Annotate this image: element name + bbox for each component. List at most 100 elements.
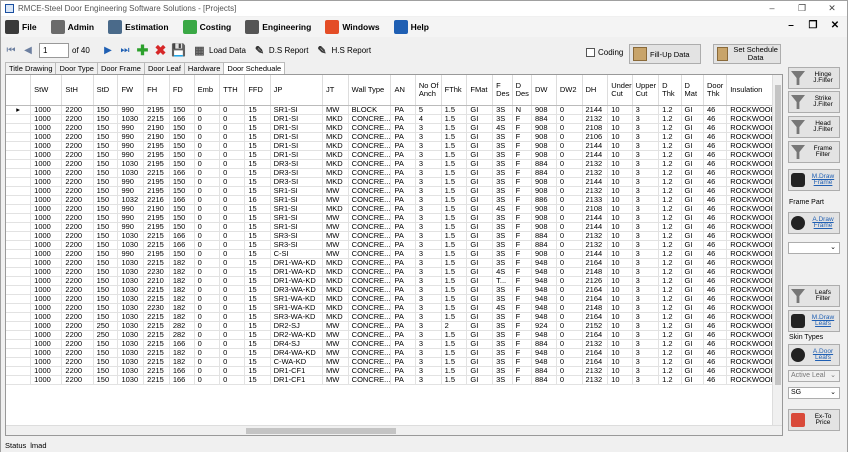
grid-cell[interactable]: 46 [703, 366, 728, 376]
grid-cell[interactable]: 1030 [117, 285, 145, 295]
grid-vertical-scrollbar[interactable] [772, 75, 782, 425]
vertical-scroll-thumb[interactable] [775, 85, 781, 385]
grid-cell[interactable]: 3 [632, 276, 660, 286]
grid-cell[interactable]: MKD [322, 312, 349, 322]
grid-cell[interactable]: GI [466, 312, 494, 322]
grid-cell[interactable]: 1.5 [441, 330, 468, 340]
grid-cell[interactable]: 2230 [143, 267, 170, 277]
grid-cell[interactable]: 2148 [582, 267, 609, 277]
leafs-filter-button[interactable]: Leafs Filter [788, 285, 840, 307]
grid-cell[interactable]: 0 [556, 231, 583, 241]
grid-cell[interactable]: 0 [219, 114, 246, 124]
grid-cell[interactable]: 1.2 [658, 375, 682, 385]
grid-cell[interactable]: 0 [194, 132, 221, 142]
grid-cell[interactable]: 0 [194, 213, 221, 223]
grid-cell[interactable]: PA [390, 312, 416, 322]
column-header[interactable]: StW [30, 75, 63, 106]
grid-cell[interactable]: MW [322, 321, 349, 331]
grid-cell[interactable]: 0 [556, 348, 583, 358]
grid-cell[interactable]: 10 [607, 312, 633, 322]
grid-cell[interactable]: 10 [607, 357, 633, 367]
grid-cell[interactable]: 948 [531, 258, 557, 268]
grid-cell[interactable]: GI [466, 285, 494, 295]
grid-cell[interactable]: GI [466, 258, 494, 268]
grid-cell[interactable]: GI [466, 357, 494, 367]
grid-cell[interactable]: 1000 [30, 330, 63, 340]
grid-cell[interactable]: 3S [492, 348, 513, 358]
grid-cell[interactable]: F [512, 231, 533, 241]
grid-cell[interactable]: PA [390, 231, 416, 241]
grid-cell[interactable]: 3 [632, 330, 660, 340]
grid-cell[interactable]: 150 [169, 213, 195, 223]
grid-cell[interactable]: 1000 [30, 141, 63, 151]
row-selector[interactable] [6, 123, 32, 133]
grid-cell[interactable]: 3 [415, 366, 442, 376]
grid-cell[interactable]: 1000 [30, 213, 63, 223]
grid-cell[interactable]: 166 [169, 366, 195, 376]
row-selector[interactable] [6, 195, 32, 205]
grid-cell[interactable]: 990 [117, 177, 145, 187]
grid-cell[interactable]: 1030 [117, 159, 145, 169]
grid-cell[interactable]: 10 [607, 249, 633, 259]
grid-cell[interactable]: 46 [703, 294, 728, 304]
grid-cell[interactable]: 150 [93, 231, 119, 241]
grid-cell[interactable]: 1.2 [658, 294, 682, 304]
row-selector[interactable] [6, 186, 32, 196]
grid-cell[interactable]: 2200 [61, 330, 94, 340]
grid-cell[interactable]: 0 [194, 276, 221, 286]
grid-cell[interactable]: 46 [703, 312, 728, 322]
grid-cell[interactable]: 3S [492, 249, 513, 259]
grid-cell[interactable]: 0 [219, 357, 246, 367]
grid-cell[interactable]: 0 [556, 114, 583, 124]
grid-cell[interactable]: GI [466, 276, 494, 286]
grid-cell[interactable]: 3S [492, 159, 513, 169]
row-selector[interactable]: ▸ [6, 105, 32, 115]
grid-cell[interactable]: 3 [632, 150, 660, 160]
grid-cell[interactable]: GI [466, 168, 494, 178]
grid-cell[interactable]: F [512, 267, 533, 277]
table-row[interactable]: 1000 2200 150 990 2195 150 0 0 15 DR3-SI MKD CONCRE… [6, 177, 782, 187]
grid-cell[interactable]: CONCRE... [348, 357, 392, 367]
grid-cell[interactable]: 15 [244, 150, 271, 160]
grid-cell[interactable]: 3 [632, 123, 660, 133]
grid-cell[interactable]: 3 [632, 186, 660, 196]
grid-cell[interactable]: 2132 [582, 168, 609, 178]
grid-cell[interactable]: DR3-SI [270, 159, 323, 169]
grid-cell[interactable]: 1030 [117, 339, 145, 349]
grid-cell[interactable]: 2148 [582, 303, 609, 313]
grid-cell[interactable]: 1000 [30, 159, 63, 169]
row-selector[interactable] [6, 141, 32, 151]
grid-cell[interactable]: 16 [244, 195, 271, 205]
grid-cell[interactable]: 3 [415, 312, 442, 322]
grid-cell[interactable]: 3S [492, 231, 513, 241]
grid-cell[interactable]: 0 [556, 123, 583, 133]
row-selector[interactable] [6, 357, 32, 367]
grid-cell[interactable]: PA [390, 294, 416, 304]
grid-cell[interactable]: F [512, 132, 533, 142]
grid-cell[interactable]: 1000 [30, 195, 63, 205]
grid-cell[interactable]: GI [466, 195, 494, 205]
grid-cell[interactable]: 3 [415, 339, 442, 349]
grid-cell[interactable]: 10 [607, 321, 633, 331]
grid-cell[interactable]: 0 [219, 150, 246, 160]
grid-cell[interactable]: DR3-SI [270, 168, 323, 178]
grid-cell[interactable]: 2190 [143, 132, 170, 142]
grid-cell[interactable]: 10 [607, 186, 633, 196]
grid-cell[interactable]: 4S [492, 303, 513, 313]
grid-cell[interactable]: 3 [632, 141, 660, 151]
grid-cell[interactable]: PA [390, 186, 416, 196]
grid-cell[interactable]: 3 [632, 159, 660, 169]
grid-cell[interactable]: 990 [117, 123, 145, 133]
grid-cell[interactable]: 1.2 [658, 312, 682, 322]
grid-cell[interactable]: 15 [244, 348, 271, 358]
grid-cell[interactable]: 1.5 [441, 249, 468, 259]
grid-cell[interactable]: 182 [169, 294, 195, 304]
grid-cell[interactable]: 2152 [582, 321, 609, 331]
grid-cell[interactable]: GI [466, 213, 494, 223]
grid-cell[interactable]: 0 [556, 285, 583, 295]
a-door-leafs-button[interactable]: A.Door Leafs [788, 344, 840, 366]
grid-cell[interactable]: 1.5 [441, 132, 468, 142]
grid-cell[interactable]: 0 [556, 159, 583, 169]
grid-cell[interactable]: 1.2 [658, 267, 682, 277]
grid-cell[interactable]: 46 [703, 375, 728, 385]
